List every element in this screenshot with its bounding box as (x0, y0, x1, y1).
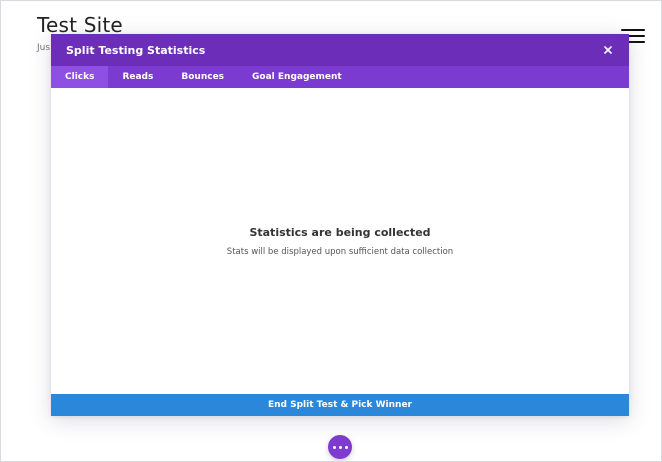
empty-state-title: Statistics are being collected (249, 225, 431, 239)
modal-body: Statistics are being collected Stats wil… (51, 88, 629, 394)
tab-clicks[interactable]: Clicks (51, 66, 109, 88)
empty-state-subtitle: Stats will be displayed upon sufficient … (226, 246, 454, 257)
tab-bar: Clicks Reads Bounces Goal Engagement (51, 66, 629, 88)
tab-reads[interactable]: Reads (108, 66, 167, 88)
ellipsis-icon (338, 445, 342, 449)
modal-title: Split Testing Statistics (66, 43, 206, 57)
split-testing-statistics-modal: Split Testing Statistics Clicks Reads Bo… (51, 34, 629, 416)
modal-header: Split Testing Statistics (51, 34, 629, 66)
close-button[interactable] (601, 43, 615, 57)
builder-settings-button[interactable] (328, 435, 352, 459)
page-canvas: Test Site Jus Split Testing Statistics C… (0, 0, 662, 462)
site-tagline: Jus (37, 43, 51, 53)
ellipsis-icon (344, 445, 348, 449)
close-icon (604, 46, 612, 54)
tab-goal-engagement[interactable]: Goal Engagement (238, 66, 356, 88)
hamburger-line (621, 29, 645, 31)
ellipsis-icon (332, 445, 336, 449)
end-split-test-button[interactable]: End Split Test & Pick Winner (51, 394, 629, 416)
tab-bounces[interactable]: Bounces (167, 66, 238, 88)
